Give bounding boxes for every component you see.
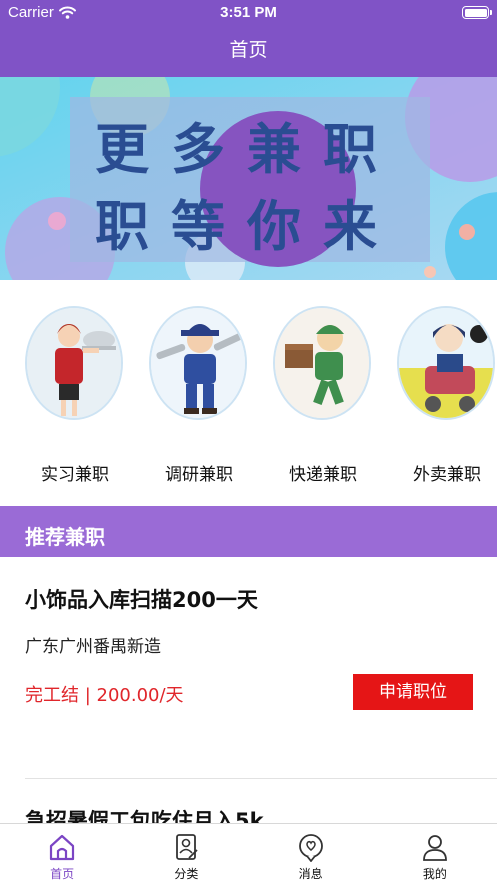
- tab-label: 消息: [298, 867, 323, 881]
- section-title: 推荐兼职: [25, 525, 105, 549]
- tab-label: 分类: [174, 867, 199, 881]
- category-row: 实习兼职 调研兼职 快递兼职 外卖兼职: [0, 280, 497, 506]
- category-research[interactable]: 调研兼职: [137, 280, 261, 506]
- recommended-header: 推荐兼职: [0, 506, 497, 557]
- tab-label: 首页: [50, 867, 75, 881]
- job-card[interactable]: 急招暑假工包吃住月入5k: [0, 779, 497, 823]
- delivery-rider-icon: [397, 306, 495, 420]
- waitress-icon: [25, 306, 123, 420]
- status-time: 3:51 PM: [220, 4, 277, 21]
- tab-category[interactable]: 分类: [124, 824, 248, 883]
- status-bar: Carrier 3:51 PM: [0, 0, 497, 26]
- job-title: 小饰品入库扫描200一天: [25, 588, 258, 612]
- job-card[interactable]: 小饰品入库扫描200一天 广东广州番禺新造 完工结 | 200.00/天 申请职…: [0, 557, 497, 779]
- home-icon: [50, 834, 75, 861]
- mechanic-icon: [149, 306, 247, 420]
- promo-banner[interactable]: 更多兼职 职等你来: [0, 77, 497, 280]
- tab-messages[interactable]: 消息: [249, 824, 373, 883]
- courier-icon: [273, 306, 371, 420]
- category-courier[interactable]: 快递兼职: [261, 280, 385, 506]
- category-label: 调研兼职: [165, 465, 233, 485]
- tab-profile[interactable]: 我的: [373, 824, 497, 883]
- tab-label: 我的: [422, 867, 447, 881]
- job-salary: 完工结 | 200.00/天: [25, 685, 184, 706]
- banner-line-2: 职等你来: [95, 194, 399, 258]
- message-icon: [298, 834, 323, 862]
- category-internship[interactable]: 实习兼职: [13, 280, 137, 506]
- nav-bar: 首页: [0, 26, 497, 77]
- tab-bar: 首页 分类 消息 我的: [0, 823, 497, 883]
- category-delivery[interactable]: 外卖兼职: [385, 280, 497, 506]
- tab-home[interactable]: 首页: [0, 824, 124, 883]
- category-label: 快递兼职: [289, 465, 357, 485]
- category-icon: [176, 834, 199, 860]
- category-label: 外卖兼职: [413, 465, 481, 485]
- page-title: 首页: [229, 39, 268, 61]
- apply-button[interactable]: 申请职位: [353, 674, 473, 710]
- banner-line-1: 更多兼职: [95, 117, 399, 181]
- job-location: 广东广州番禺新造: [25, 637, 161, 657]
- category-label: 实习兼职: [41, 465, 109, 485]
- job-title: 急招暑假工包吃住月入5k: [25, 809, 264, 823]
- profile-icon: [422, 835, 447, 861]
- battery-icon: [462, 6, 492, 19]
